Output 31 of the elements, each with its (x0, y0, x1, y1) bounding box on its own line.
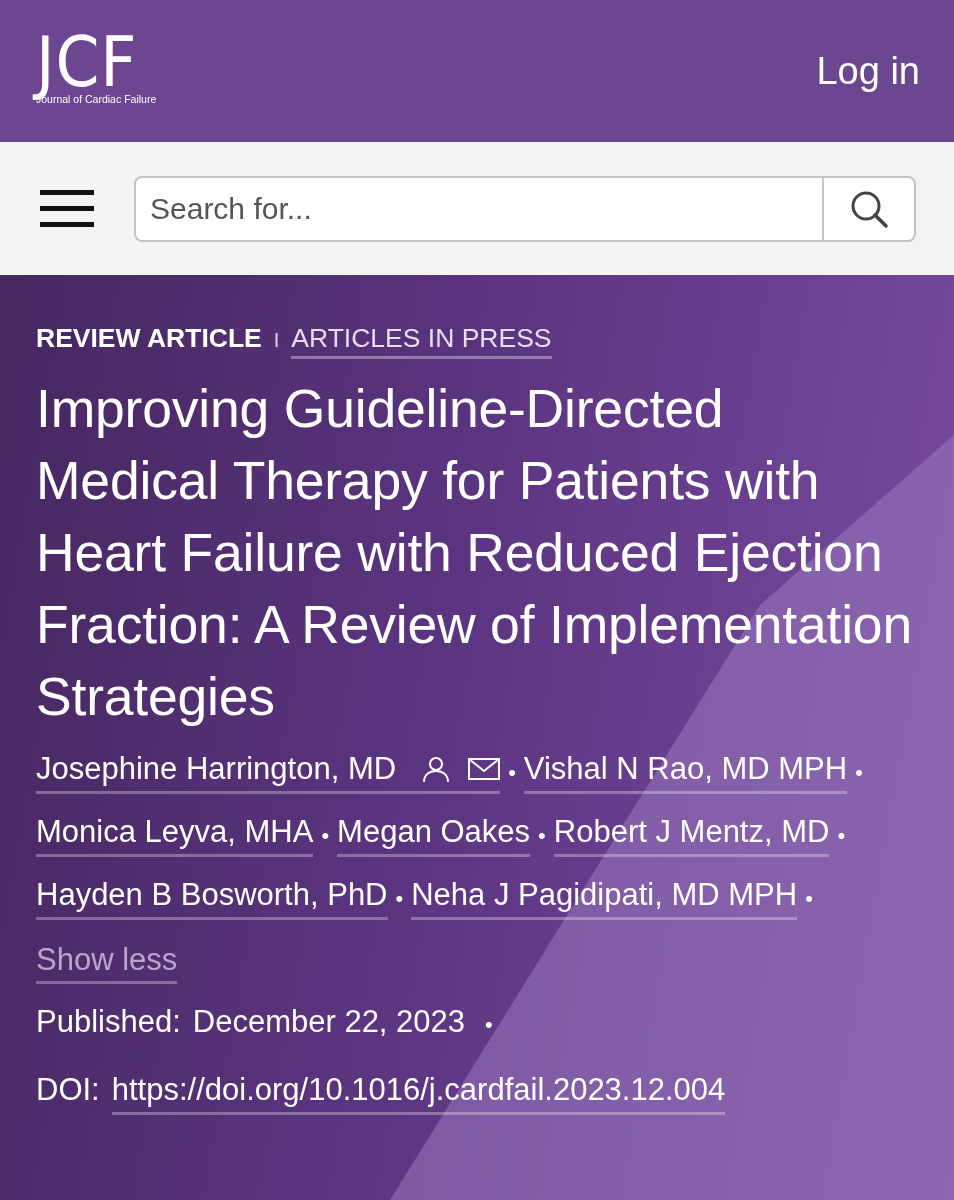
doi-link[interactable]: https://doi.org/10.1016/j.cardfail.2023.12.004 (111, 1072, 726, 1115)
bullet-separator: • (538, 822, 546, 849)
person-icon (422, 755, 451, 783)
login-link[interactable]: Log in (816, 49, 920, 93)
bullet-separator: • (508, 759, 516, 786)
bullet-separator: • (855, 759, 863, 786)
article-title: Improving Guideline-Directed Medical Therapy for Patients with Heart Failure with Reduced Ejection Fraction: A Review of Implementation Strategies (36, 378, 913, 728)
search-field[interactable]: Search for... (134, 175, 822, 242)
search-button[interactable] (822, 175, 916, 242)
doi-label: DOI: (36, 1072, 100, 1108)
author-link[interactable]: Megan Oakes (337, 814, 531, 857)
author-link[interactable]: Robert J Mentz, MD (553, 814, 830, 857)
author-link[interactable]: Josephine Harrington, MD (36, 751, 501, 794)
search-icon (850, 189, 888, 228)
divider-mark: I (273, 329, 280, 352)
article-type: REVIEW ARTICLE (36, 323, 262, 354)
author-link[interactable]: Neha J Pagidipati, MD MPH (411, 877, 798, 920)
bullet-separator: • (395, 885, 404, 912)
published-date: December 22, 2023 (192, 1004, 466, 1040)
published-label: Published: (36, 1004, 181, 1040)
author-link[interactable]: Monica Leyva, MHA (36, 814, 314, 857)
bullet-separator: • (837, 822, 846, 849)
author-link[interactable]: Vishal N Rao, MD MPH (523, 751, 848, 794)
bullet-separator: • (321, 822, 330, 849)
bullet-separator: • (485, 1012, 493, 1038)
author-link[interactable]: Hayden B Bosworth, PhD (36, 877, 388, 920)
mail-icon (468, 758, 501, 780)
article-status-link[interactable]: ARTICLES IN PRESS (291, 323, 552, 359)
bullet-separator: • (805, 885, 813, 912)
menu-icon[interactable] (40, 189, 94, 228)
show-less-link[interactable]: Show less (36, 942, 178, 984)
